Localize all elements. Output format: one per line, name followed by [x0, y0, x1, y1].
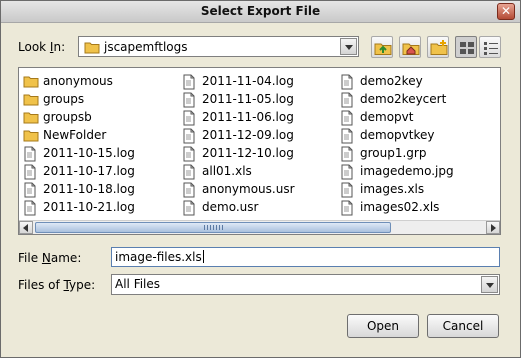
list-view-icon [460, 42, 474, 54]
file-type-value: All Files [115, 277, 161, 291]
text-caret [202, 250, 204, 263]
file-icon [182, 92, 196, 111]
file-name-value: image-files.xls [115, 250, 202, 264]
file-list[interactable]: anonymous groups groupsb NewFolder 2011-10-1… [18, 67, 501, 235]
file-list-item-name: 2011-11-04.log [202, 74, 294, 88]
file-icon [340, 74, 354, 93]
file-list-item-name: 2011-10-17.log [43, 164, 135, 178]
file-list-item-name: images02.xls [360, 200, 440, 214]
folder-icon [23, 110, 39, 127]
file-list-item-name: demo.usr [202, 200, 259, 214]
file-list-item-name: 2011-10-21.log [43, 200, 135, 214]
details-view-button[interactable] [479, 36, 501, 58]
file-list-item-name: 2011-11-05.log [202, 92, 294, 106]
file-list-item-name: images.xls [360, 182, 425, 196]
file-icon [23, 164, 37, 183]
file-list-item-name: 2011-11-06.log [202, 110, 294, 124]
file-icon [340, 200, 354, 219]
new-folder-icon [430, 40, 448, 55]
look-in-combo[interactable]: jscapemftlogs [78, 36, 359, 57]
file-icon [182, 164, 196, 183]
title-bar[interactable]: Select Export File ✕ [1, 1, 520, 23]
file-list-item-name: demo2key [360, 74, 423, 88]
dialog-title: Select Export File [200, 4, 321, 18]
file-list-item-name: groups [43, 92, 85, 106]
chevron-down-icon[interactable] [340, 38, 357, 55]
file-list-item-name: 2011-12-09.log [202, 128, 294, 142]
look-in-label: Look In: [18, 40, 66, 54]
file-icon [340, 164, 354, 183]
home-icon [402, 43, 420, 55]
file-icon [340, 182, 354, 201]
home-button[interactable] [399, 36, 421, 58]
folder-icon [84, 40, 100, 57]
file-icon [182, 128, 196, 147]
file-list-item-name: demopvtkey [360, 128, 435, 142]
file-list-item-name: 2011-10-18.log [43, 182, 135, 196]
file-name-label: File Name: [18, 251, 82, 265]
file-list-item-name: NewFolder [43, 128, 107, 142]
file-icon [340, 128, 354, 147]
folder-icon [23, 92, 39, 109]
file-list-item-name: all01.xls [202, 164, 252, 178]
file-icon [182, 146, 196, 165]
file-icon [340, 92, 354, 111]
file-list-item-name: groupsb [43, 110, 92, 124]
file-icon [340, 146, 354, 165]
file-icon [23, 182, 37, 201]
file-icon [182, 200, 196, 219]
up-folder-icon [374, 43, 392, 55]
file-icon [182, 182, 196, 201]
close-icon: ✕ [500, 4, 512, 18]
list-view-button[interactable] [455, 36, 477, 58]
horizontal-scrollbar[interactable] [19, 220, 500, 234]
up-folder-button[interactable] [371, 36, 393, 58]
file-icon [23, 146, 37, 165]
file-icon [182, 74, 196, 93]
file-type-select[interactable]: All Files [111, 274, 500, 295]
file-icon [23, 200, 37, 219]
export-file-dialog: Select Export File ✕ Look In: jscapemftl… [0, 0, 521, 358]
scroll-left-button[interactable] [19, 221, 33, 234]
open-button[interactable]: Open [347, 314, 419, 338]
scroll-right-button[interactable] [486, 221, 500, 234]
folder-icon [23, 74, 39, 91]
file-list-item-name: demo2keycert [360, 92, 447, 106]
file-list-item-name: 2011-12-10.log [202, 146, 294, 160]
close-button[interactable]: ✕ [497, 3, 515, 20]
file-list-item-name: demopvt [360, 110, 414, 124]
file-icon [340, 110, 354, 129]
new-folder-button[interactable] [427, 36, 449, 58]
file-list-item-name: anonymous [43, 74, 113, 88]
file-name-input[interactable]: image-files.xls [111, 247, 500, 267]
file-type-label: Files of Type: [18, 278, 96, 292]
look-in-value: jscapemftlogs [104, 40, 188, 54]
cancel-button[interactable]: Cancel [427, 314, 499, 338]
details-view-icon [484, 42, 498, 55]
folder-icon [23, 128, 39, 145]
file-list-item-name: imagedemo.jpg [360, 164, 454, 178]
file-list-item-name: 2011-10-15.log [43, 146, 135, 160]
scroll-thumb[interactable] [35, 222, 391, 233]
file-icon [182, 110, 196, 129]
chevron-down-icon[interactable] [481, 276, 498, 293]
file-list-item-name: group1.grp [360, 146, 427, 160]
file-list-item-name: anonymous.usr [202, 182, 295, 196]
